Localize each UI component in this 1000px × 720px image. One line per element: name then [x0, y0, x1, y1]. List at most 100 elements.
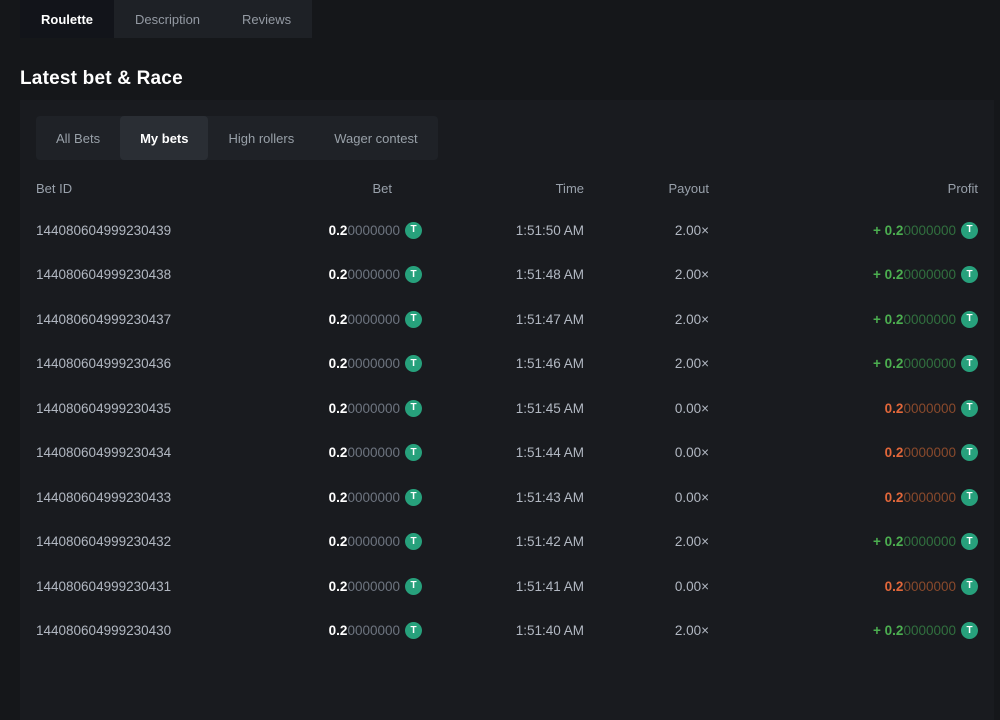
- bet-time: 1:51:48 AM: [422, 267, 596, 282]
- bet-time: 1:51:47 AM: [422, 312, 596, 327]
- bets-table: Bet ID Bet Time Payout Profit 1440806049…: [36, 168, 978, 653]
- bet-payout: 2.00×: [596, 534, 721, 549]
- table-body: 144080604999230439 0.20000000 T 1:51:50 …: [36, 208, 978, 653]
- bet-amount: 0.20000000: [329, 223, 400, 238]
- bet-id-link[interactable]: 144080604999230432: [36, 534, 242, 549]
- tab-roulette[interactable]: Roulette: [20, 0, 114, 38]
- bet-profit-cell: + 0.20000000 T: [721, 311, 978, 328]
- table-row: 144080604999230434 0.20000000 T 1:51:44 …: [36, 431, 978, 476]
- bet-amount-cell: 0.20000000 T: [242, 266, 422, 283]
- bet-time: 1:51:46 AM: [422, 356, 596, 371]
- bet-id-link[interactable]: 144080604999230437: [36, 312, 242, 327]
- tether-icon: T: [405, 533, 422, 550]
- tether-icon: T: [405, 311, 422, 328]
- bet-amount: 0.20000000: [329, 490, 400, 505]
- tether-icon: T: [961, 266, 978, 283]
- bet-amount-cell: 0.20000000 T: [242, 533, 422, 550]
- bet-amount-cell: 0.20000000 T: [242, 355, 422, 372]
- bet-id-link[interactable]: 144080604999230438: [36, 267, 242, 282]
- tab-description[interactable]: Description: [114, 0, 221, 38]
- bet-payout: 2.00×: [596, 267, 721, 282]
- bet-profit-cell: + 0.20000000 T: [721, 266, 978, 283]
- bet-amount: 0.20000000: [329, 623, 400, 638]
- bet-profit-cell: + 0.20000000 T: [721, 533, 978, 550]
- filter-tab-all-bets[interactable]: All Bets: [36, 116, 120, 160]
- tether-icon: T: [961, 622, 978, 639]
- bet-payout: 0.00×: [596, 401, 721, 416]
- bet-payout: 0.00×: [596, 445, 721, 460]
- bet-amount: 0.20000000: [329, 445, 400, 460]
- tether-icon: T: [405, 622, 422, 639]
- header-profit: Profit: [721, 181, 978, 196]
- bet-payout: 2.00×: [596, 223, 721, 238]
- bet-amount: 0.20000000: [329, 534, 400, 549]
- bet-profit: + 0.20000000: [873, 312, 956, 327]
- bet-amount-cell: 0.20000000 T: [242, 311, 422, 328]
- bet-time: 1:51:42 AM: [422, 534, 596, 549]
- bet-profit: + 0.20000000: [873, 356, 956, 371]
- tether-icon: T: [405, 222, 422, 239]
- bet-time: 1:51:43 AM: [422, 490, 596, 505]
- bet-amount: 0.20000000: [329, 267, 400, 282]
- bet-payout: 2.00×: [596, 356, 721, 371]
- bet-time: 1:51:44 AM: [422, 445, 596, 460]
- header-bet-id: Bet ID: [36, 181, 242, 196]
- table-header-row: Bet ID Bet Time Payout Profit: [36, 168, 978, 208]
- bet-profit: 0.20000000: [885, 401, 956, 416]
- bet-profit-cell: + 0.20000000 T: [721, 622, 978, 639]
- filter-tab-wager-contest[interactable]: Wager contest: [314, 116, 437, 160]
- bet-id-link[interactable]: 144080604999230431: [36, 579, 242, 594]
- tether-icon: T: [405, 489, 422, 506]
- bet-profit-cell: 0.20000000 T: [721, 489, 978, 506]
- tether-icon: T: [405, 444, 422, 461]
- tether-icon: T: [961, 355, 978, 372]
- tether-icon: T: [961, 444, 978, 461]
- table-row: 144080604999230438 0.20000000 T 1:51:48 …: [36, 253, 978, 298]
- bet-amount: 0.20000000: [329, 356, 400, 371]
- bet-profit: + 0.20000000: [873, 223, 956, 238]
- table-row: 144080604999230437 0.20000000 T 1:51:47 …: [36, 297, 978, 342]
- bet-profit: 0.20000000: [885, 445, 956, 460]
- bet-amount-cell: 0.20000000 T: [242, 622, 422, 639]
- header-bet: Bet: [242, 181, 422, 196]
- bet-payout: 2.00×: [596, 312, 721, 327]
- table-row: 144080604999230432 0.20000000 T 1:51:42 …: [36, 520, 978, 565]
- bet-id-link[interactable]: 144080604999230436: [36, 356, 242, 371]
- header-time: Time: [422, 181, 596, 196]
- tether-icon: T: [405, 578, 422, 595]
- table-row: 144080604999230439 0.20000000 T 1:51:50 …: [36, 208, 978, 253]
- bet-profit: 0.20000000: [885, 490, 956, 505]
- bet-time: 1:51:50 AM: [422, 223, 596, 238]
- bet-profit: + 0.20000000: [873, 267, 956, 282]
- bet-amount: 0.20000000: [329, 401, 400, 416]
- bet-profit: + 0.20000000: [873, 534, 956, 549]
- tab-reviews[interactable]: Reviews: [221, 0, 312, 38]
- bet-profit-cell: 0.20000000 T: [721, 578, 978, 595]
- bet-profit-cell: 0.20000000 T: [721, 400, 978, 417]
- bet-amount-cell: 0.20000000 T: [242, 578, 422, 595]
- header-payout: Payout: [596, 181, 721, 196]
- bet-profit-cell: + 0.20000000 T: [721, 222, 978, 239]
- bet-profit: + 0.20000000: [873, 623, 956, 638]
- bet-id-link[interactable]: 144080604999230433: [36, 490, 242, 505]
- bet-id-link[interactable]: 144080604999230439: [36, 223, 242, 238]
- bet-amount-cell: 0.20000000 T: [242, 489, 422, 506]
- bet-id-link[interactable]: 144080604999230435: [36, 401, 242, 416]
- bet-id-link[interactable]: 144080604999230434: [36, 445, 242, 460]
- tether-icon: T: [961, 400, 978, 417]
- filter-tab-my-bets[interactable]: My bets: [120, 116, 208, 160]
- filter-tab-high-rollers[interactable]: High rollers: [208, 116, 314, 160]
- table-row: 144080604999230430 0.20000000 T 1:51:40 …: [36, 609, 978, 654]
- bet-profit: 0.20000000: [885, 579, 956, 594]
- bet-profit-cell: + 0.20000000 T: [721, 355, 978, 372]
- bet-id-link[interactable]: 144080604999230430: [36, 623, 242, 638]
- tether-icon: T: [405, 400, 422, 417]
- table-row: 144080604999230433 0.20000000 T 1:51:43 …: [36, 475, 978, 520]
- bet-filter-tabs: All Bets My bets High rollers Wager cont…: [36, 116, 438, 160]
- latest-bets-panel: All Bets My bets High rollers Wager cont…: [20, 100, 994, 720]
- bet-time: 1:51:40 AM: [422, 623, 596, 638]
- table-row: 144080604999230436 0.20000000 T 1:51:46 …: [36, 342, 978, 387]
- tether-icon: T: [405, 355, 422, 372]
- bet-amount: 0.20000000: [329, 312, 400, 327]
- bet-payout: 2.00×: [596, 623, 721, 638]
